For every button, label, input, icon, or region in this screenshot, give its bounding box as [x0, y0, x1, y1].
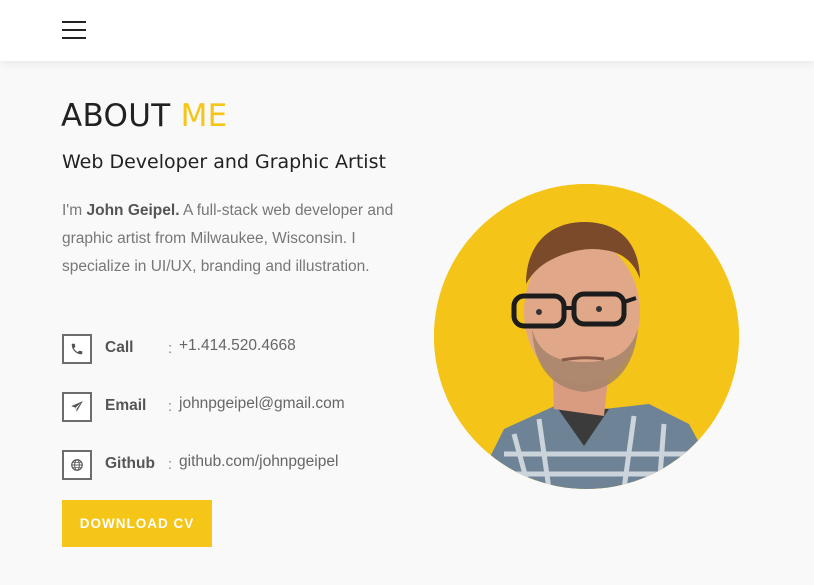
globe-icon: [62, 450, 92, 480]
hamburger-menu-icon[interactable]: [62, 20, 86, 40]
menu-line: [62, 29, 86, 31]
job-title: Web Developer and Graphic Artist: [62, 151, 386, 173]
title-accent: ME: [180, 98, 228, 134]
phone-icon: [62, 334, 92, 364]
title-main: ABOUT: [61, 98, 171, 134]
bio-paragraph: I'm John Geipel. A full-stack web develo…: [62, 197, 402, 281]
github-link[interactable]: github.com/johnpgeipel: [179, 453, 338, 471]
bio-name: John Geipel.: [86, 202, 180, 219]
profile-photo-illustration: [434, 184, 739, 489]
contact-label: Email: [105, 397, 147, 414]
contact-label: Call: [105, 339, 134, 356]
bio-prefix: I'm: [62, 202, 87, 219]
contact-label: Github: [105, 455, 155, 472]
menu-line: [62, 21, 86, 23]
menu-line: [62, 37, 86, 39]
email-address[interactable]: johnpgeipel@gmail.com: [179, 395, 345, 413]
phone-number[interactable]: +1.414.520.4668: [179, 337, 296, 355]
download-cv-button[interactable]: DOWNLOAD CV: [62, 500, 212, 547]
contact-separator: :: [168, 398, 173, 415]
top-navigation-bar: [0, 0, 814, 61]
profile-photo: [434, 184, 739, 489]
paper-plane-icon: [62, 392, 92, 422]
contact-separator: :: [168, 456, 173, 473]
about-me-heading: ABOUT ME: [61, 98, 228, 134]
contact-separator: :: [168, 340, 173, 357]
